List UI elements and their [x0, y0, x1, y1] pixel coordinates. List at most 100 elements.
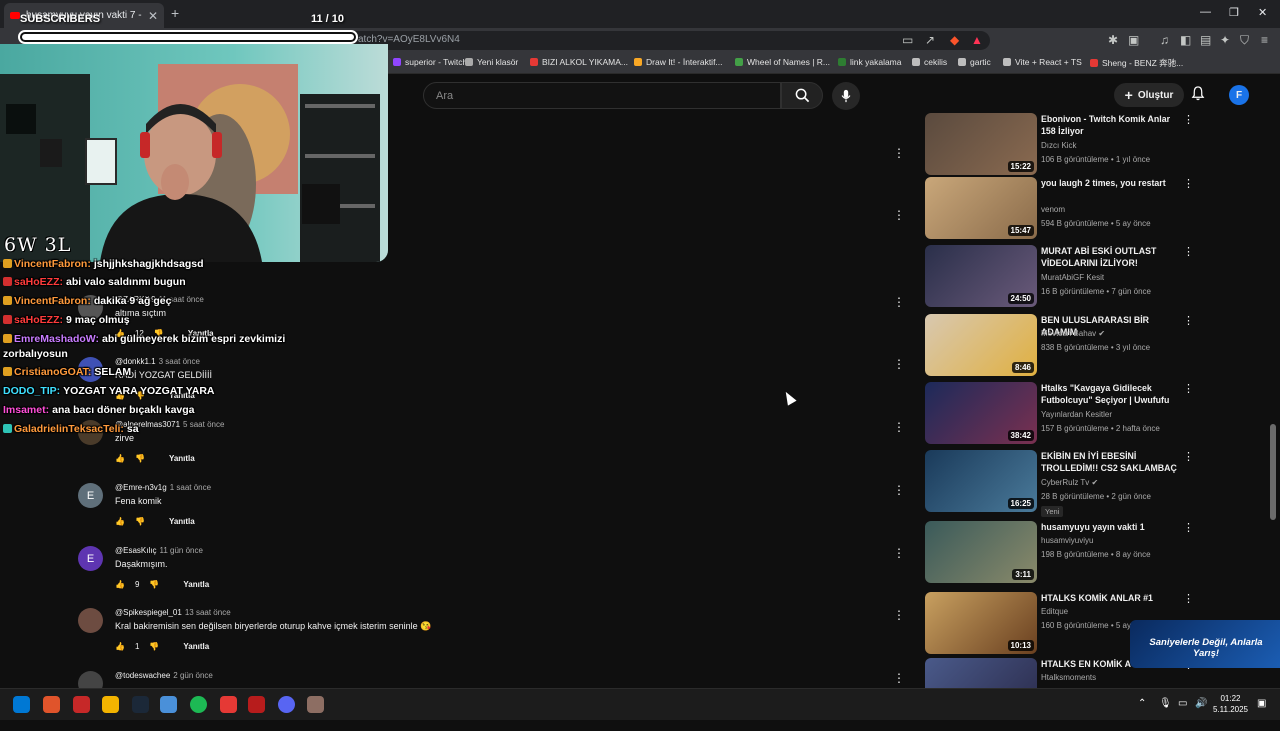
comment-menu-icon[interactable]: ⋮ — [893, 146, 905, 160]
bookmark-item[interactable]: Yeni klasör — [465, 57, 518, 67]
windows-start-icon[interactable] — [13, 696, 30, 713]
comment-menu-icon[interactable]: ⋮ — [893, 295, 905, 309]
comment-menu-icon[interactable]: ⋮ — [893, 608, 905, 622]
dislike-icon[interactable]: 👎 — [149, 580, 159, 589]
comment-avatar[interactable]: E — [78, 483, 103, 508]
like-icon[interactable]: 👍 — [115, 642, 125, 651]
mic-tray-icon[interactable]: 🎙 — [1159, 698, 1172, 709]
video-channel[interactable]: Htalksmoments — [1041, 673, 1096, 682]
video-menu-icon[interactable]: ⋮ — [1183, 592, 1194, 605]
tray-overflow-icon[interactable]: ⌃ — [1138, 698, 1146, 709]
comment-avatar[interactable] — [78, 608, 103, 633]
create-button[interactable]: + Oluştur — [1114, 83, 1184, 107]
related-video[interactable]: 38:42 Htalks "Kavgaya Gidilecek Futbolcuy… — [925, 382, 1225, 444]
comment-time[interactable]: 11 gün önce — [159, 546, 202, 555]
bookmark-item[interactable]: Draw It! - İnteraktif... — [634, 57, 723, 67]
reply-button[interactable]: Yanıtla — [183, 580, 209, 589]
video-menu-icon[interactable]: ⋮ — [1183, 113, 1194, 126]
channel-name[interactable]: Dızcı Kick — [1041, 141, 1077, 150]
window-close-icon[interactable]: ✕ — [1258, 6, 1267, 19]
brave-browser-icon[interactable] — [43, 696, 60, 713]
related-video[interactable]: 15:22 Ebonivon - Twitch Komik Anlar 158 İ… — [925, 113, 1225, 175]
comment-username[interactable]: @EsasKılıç — [115, 546, 156, 555]
video-thumbnail[interactable]: 10:13 — [925, 592, 1037, 654]
bookmark-item[interactable]: Wheel of Names | R... — [735, 57, 830, 67]
comment-time[interactable]: 5 saat önce — [183, 420, 224, 429]
bookmark-item[interactable]: Vite + React + TS — [1003, 57, 1082, 67]
video-title[interactable]: Htalks "Kavgaya Gidilecek Futbolcuyu" Se… — [1041, 382, 1179, 406]
video-channel[interactable]: Dızcı Kick — [1041, 141, 1077, 150]
video-thumbnail[interactable]: 16:25 — [925, 450, 1037, 512]
related-video[interactable]: 24:50 MURAT ABİ ESKİ OUTLAST VİDEOLARINI … — [925, 245, 1225, 307]
vpn-shield-icon[interactable]: ⛉ — [1240, 33, 1249, 48]
screenshot-icon[interactable]: ▣ — [1128, 33, 1139, 47]
new-tab-icon[interactable]: + — [171, 5, 179, 21]
scrollbar-thumb[interactable] — [1270, 424, 1276, 520]
channel-name[interactable]: Mevtcan Bahav — [1041, 329, 1096, 338]
video-thumbnail[interactable]: 15:22 — [925, 113, 1037, 175]
channel-name[interactable]: CyberRulz Tv — [1041, 478, 1089, 487]
video-thumbnail[interactable]: 8:46 — [925, 314, 1037, 376]
app-icon[interactable] — [307, 696, 324, 713]
share-icon[interactable]: ↗ — [925, 33, 935, 47]
channel-name[interactable]: husamviyuviyu — [1041, 536, 1093, 545]
video-channel[interactable]: Yayınlardan Kesitler — [1041, 410, 1112, 419]
channel-name[interactable]: MuratAbiGF Kesit — [1041, 273, 1104, 282]
notification-center-icon[interactable]: ▣ — [1257, 698, 1266, 709]
bookmark-item[interactable]: Sheng - BENZ 奔驰... — [1090, 57, 1183, 69]
channel-name[interactable]: Editque — [1041, 607, 1068, 616]
video-title[interactable]: EKİBİN EN İYİ EBESİNİ TROLLEDİM!! CS2 SA… — [1041, 450, 1179, 474]
video-thumbnail[interactable]: 3:11 — [925, 521, 1037, 583]
reply-button[interactable]: Yanıtla — [183, 642, 209, 651]
video-channel[interactable]: husamviyuviyu — [1041, 536, 1093, 545]
channel-name[interactable]: venom — [1041, 205, 1065, 214]
channel-name[interactable]: Yayınlardan Kesitler — [1041, 410, 1112, 419]
video-channel[interactable]: Editque — [1041, 607, 1068, 616]
sidebar-icon[interactable]: ◧ — [1180, 33, 1191, 47]
account-avatar[interactable]: F — [1229, 85, 1249, 105]
menu-icon[interactable]: ≡ — [1261, 33, 1268, 47]
channel-name[interactable]: Htalksmoments — [1041, 673, 1096, 682]
related-video[interactable]: 3:11 husamyuyu yayın vakti 1 husamviyuviyu… — [925, 521, 1225, 583]
bookmark-item[interactable]: BIZI ALKOL YIKAMA... — [530, 57, 628, 67]
video-menu-icon[interactable]: ⋮ — [1183, 177, 1194, 190]
file-explorer-icon[interactable] — [102, 696, 119, 713]
comment-menu-icon[interactable]: ⋮ — [893, 483, 905, 497]
steam-icon[interactable] — [132, 696, 149, 713]
like-icon[interactable]: 👍 — [115, 517, 125, 526]
video-menu-icon[interactable]: ⋮ — [1183, 382, 1194, 395]
bookmark-item[interactable]: superior - Twitch — [393, 57, 467, 67]
network-icon[interactable]: ▭ — [1178, 698, 1187, 709]
comment-avatar[interactable]: E — [78, 546, 103, 571]
search-input[interactable]: Ara — [423, 82, 781, 109]
maps-icon[interactable] — [73, 696, 90, 713]
video-title[interactable]: MURAT ABİ ESKİ OUTLAST VİDEOLARINI İZLİY… — [1041, 245, 1179, 269]
video-menu-icon[interactable]: ⋮ — [1183, 450, 1194, 463]
like-icon[interactable]: 👍 — [115, 454, 125, 463]
video-thumbnail[interactable]: 24:50 — [925, 245, 1037, 307]
comment-username[interactable]: @Emre-n3v1g — [115, 483, 167, 492]
related-video[interactable]: 8:46 BEN ULUSLARARASI BİR ADAMIM Mevtcan B… — [925, 314, 1225, 376]
comment-username[interactable]: @todeswachee — [115, 671, 170, 680]
bookmark-item[interactable]: gartic — [958, 57, 991, 67]
app-icon[interactable] — [160, 696, 177, 713]
search-button[interactable] — [781, 82, 823, 109]
video-menu-icon[interactable]: ⋮ — [1183, 521, 1194, 534]
video-title[interactable]: husamyuyu yayın vakti 1 — [1041, 521, 1179, 533]
comment-time[interactable]: 13 saat önce — [185, 608, 231, 617]
reply-button[interactable]: Yanıtla — [169, 517, 195, 526]
tab-close-icon[interactable]: ✕ — [148, 9, 158, 23]
video-channel[interactable]: CyberRulz Tv ✔ — [1041, 478, 1098, 487]
voice-search-button[interactable] — [832, 82, 860, 110]
media-icon[interactable]: ♫ — [1160, 33, 1169, 47]
like-icon[interactable]: 👍 — [115, 580, 125, 589]
video-title[interactable]: Ebonivon - Twitch Komik Anlar 158 İzliyo… — [1041, 113, 1179, 137]
video-title[interactable]: you laugh 2 times, you restart — [1041, 177, 1179, 189]
system-clock[interactable]: 01:22 5.11.2025 — [1213, 693, 1248, 715]
discord-icon[interactable] — [278, 696, 295, 713]
comment-time[interactable]: 3 saat önce — [159, 357, 200, 366]
dislike-icon[interactable]: 👎 — [135, 454, 145, 463]
video-title[interactable]: HTALKS KOMİK ANLAR #1 — [1041, 592, 1179, 604]
dislike-icon[interactable]: 👎 — [135, 517, 145, 526]
comment-time[interactable]: 1 saat önce — [170, 483, 211, 492]
